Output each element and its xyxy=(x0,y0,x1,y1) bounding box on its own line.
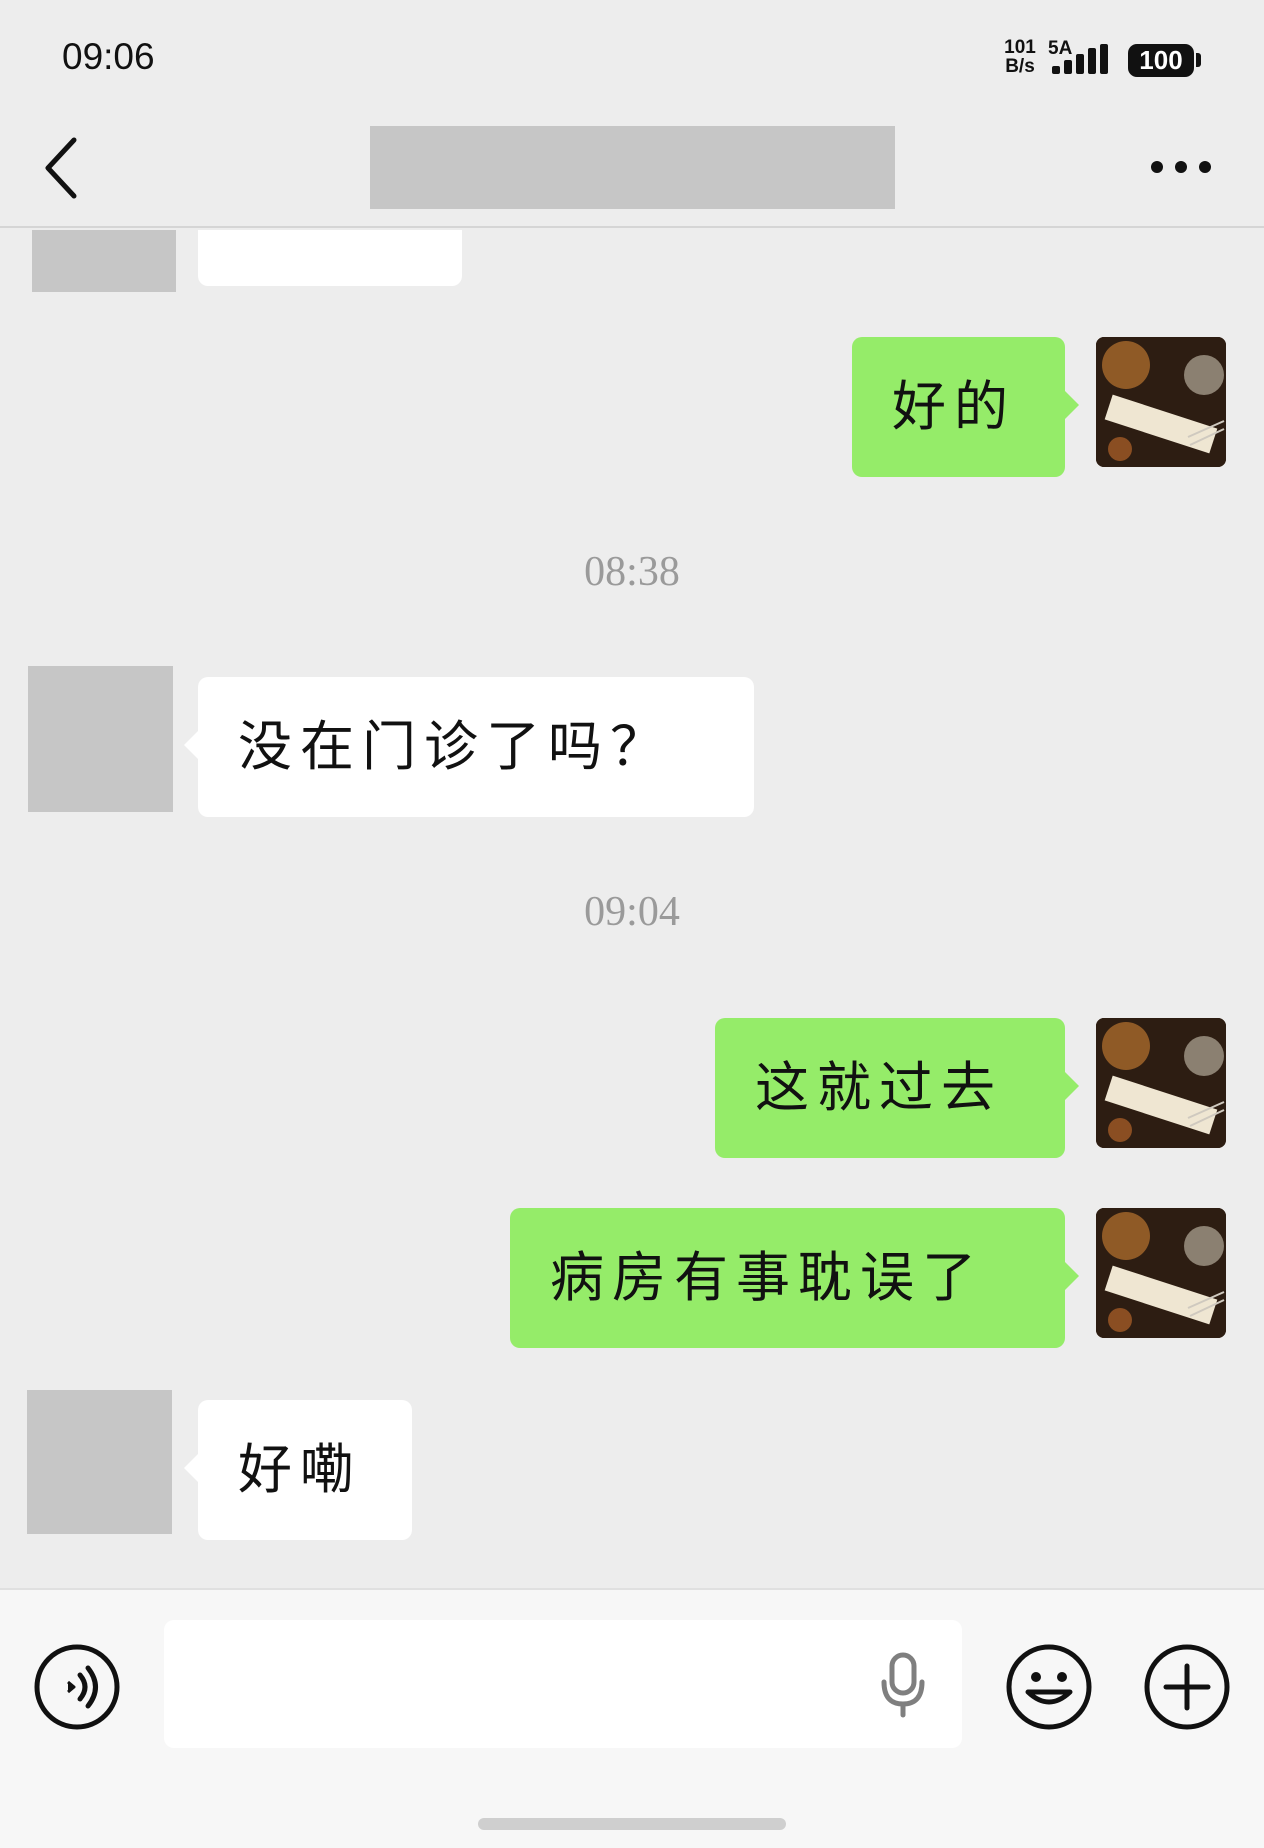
message-input[interactable] xyxy=(164,1620,962,1748)
emoji-icon[interactable] xyxy=(1004,1642,1094,1732)
user-avatar[interactable] xyxy=(1096,337,1226,467)
outgoing-message[interactable]: 病房有事耽误了 xyxy=(510,1208,1079,1348)
avatar-image xyxy=(1096,1208,1226,1338)
message-list[interactable]: 好的 08:38 没在门诊了吗？ 09:04 这就过去 病房有事耽误了 好嘞 xyxy=(0,230,1264,1588)
nav-bar xyxy=(0,110,1264,228)
contact-avatar[interactable] xyxy=(28,666,173,812)
incoming-message[interactable]: 好嘞 xyxy=(184,1400,412,1540)
more-dots-icon[interactable] xyxy=(1148,152,1214,182)
contact-avatar[interactable] xyxy=(27,1390,172,1534)
home-indicator[interactable] xyxy=(478,1818,786,1830)
message-text: 好的 xyxy=(892,375,1016,438)
outgoing-message[interactable]: 好的 xyxy=(852,337,1079,477)
input-bar xyxy=(0,1588,1264,1848)
avatar-image xyxy=(1096,1018,1226,1148)
network-speed-value: 101 xyxy=(1004,37,1036,58)
status-bar: 09:06 101 B/s 5A 100 xyxy=(0,0,1264,110)
message-text: 好嘞 xyxy=(238,1438,362,1501)
battery-tip xyxy=(1196,53,1201,67)
chevron-left-icon[interactable] xyxy=(40,132,88,204)
message-text: 没在门诊了吗？ xyxy=(238,715,672,778)
message-text: 这就过去 xyxy=(755,1056,1003,1119)
chat-title xyxy=(370,126,895,209)
timestamp: 09:04 xyxy=(584,889,680,935)
chat-screen: 09:06 101 B/s 5A 100 好的 08:38 没在门诊了吗？ 09… xyxy=(0,0,1264,1848)
timestamp: 08:38 xyxy=(584,549,680,595)
signal-strength-icon xyxy=(1052,44,1108,74)
incoming-message[interactable] xyxy=(198,230,462,286)
voice-toggle-icon[interactable] xyxy=(32,1642,122,1732)
network-speed: 101 B/s xyxy=(998,38,1042,76)
status-time: 09:06 xyxy=(62,36,155,77)
message-text: 病房有事耽误了 xyxy=(550,1246,984,1309)
network-speed-unit: B/s xyxy=(1005,56,1035,77)
user-avatar[interactable] xyxy=(1096,1208,1226,1338)
avatar-image xyxy=(1096,337,1226,467)
contact-avatar[interactable] xyxy=(32,230,176,292)
microphone-icon[interactable] xyxy=(880,1652,926,1718)
user-avatar[interactable] xyxy=(1096,1018,1226,1148)
battery-indicator: 100 xyxy=(1128,44,1194,77)
outgoing-message[interactable]: 这就过去 xyxy=(715,1018,1079,1158)
incoming-message[interactable]: 没在门诊了吗？ xyxy=(184,677,754,817)
plus-icon[interactable] xyxy=(1142,1642,1232,1732)
